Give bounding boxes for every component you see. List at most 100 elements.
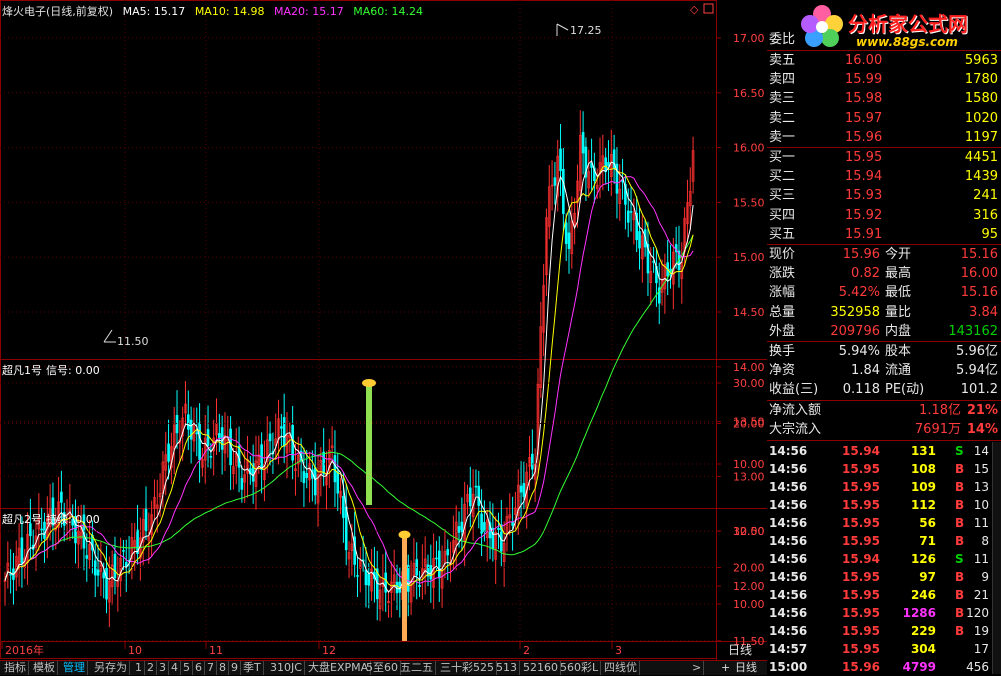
bid-row: 买一 15.95 4451 [767, 148, 1001, 167]
tab-5[interactable]: 2 [145, 661, 157, 675]
candle-body [342, 495, 345, 518]
candle-body [268, 433, 272, 442]
trade-time: 14:56 [769, 480, 808, 494]
tab-16[interactable]: 5至60 [364, 661, 401, 675]
quote-row: 总量 352958 量比 3.84 [767, 303, 1001, 322]
bid-row: 买二 15.94 1439 [767, 167, 1001, 186]
tab-18[interactable]: 三十彩525 [438, 661, 497, 675]
maximize-icon[interactable] [703, 3, 714, 14]
add-tab-button[interactable]: + [721, 661, 730, 675]
tab-8[interactable]: 5 [181, 661, 193, 675]
trade-price: 15.96 [842, 660, 880, 674]
trade-side: B [955, 606, 965, 620]
bid-volume: 4451 [964, 150, 998, 165]
ma10-line [4, 165, 694, 589]
tab-19[interactable]: 513 [494, 661, 520, 675]
finance-row: 收益(三) 0.118 PE(动) 101.2 [767, 380, 1001, 399]
trade-volume: 109 [910, 480, 936, 494]
order-ratio-label: 委比 [769, 32, 796, 47]
tab-4[interactable]: 1 [133, 661, 145, 675]
candle-body [460, 521, 464, 533]
tab-7[interactable]: 4 [169, 661, 181, 675]
tab-scroll-right-button[interactable]: > [690, 661, 705, 675]
candle-body [480, 513, 483, 534]
indicator2-name: 超凡2号 [2, 513, 42, 526]
candle-body [305, 472, 309, 479]
tab-20[interactable]: 52160 [521, 661, 561, 675]
tab-12[interactable]: 9 [229, 661, 241, 675]
candle-body [435, 557, 438, 560]
candle-body [629, 211, 633, 213]
tab-13[interactable]: 季T [241, 661, 264, 675]
trade-time: 15:00 [769, 660, 808, 674]
ask-label: 卖二 [769, 110, 796, 126]
tab-6[interactable]: 3 [157, 661, 169, 675]
candle-body [468, 487, 472, 507]
candle-body [122, 550, 125, 552]
quote-label: 最低 [885, 285, 912, 301]
trade-volume: 56 [919, 516, 936, 530]
finance-value: 5.94亿 [956, 363, 998, 379]
ask-volume: 1580 [964, 91, 998, 107]
bid-row: 买五 15.91 95 [767, 225, 1001, 244]
candle-body [282, 417, 286, 447]
tab-22[interactable]: 四线优 [602, 661, 640, 675]
trade-row: 14:56 15.95 108 B 15 [767, 460, 1001, 478]
tab-0[interactable]: 指标 [2, 661, 29, 675]
trade-time: 14:56 [769, 570, 808, 584]
candle-body [483, 522, 486, 532]
quote-value: 0.82 [851, 266, 880, 282]
candle-body [581, 132, 585, 154]
quote-row: 外盘 209796 内盘 143162 [767, 322, 1001, 341]
candle-body [474, 485, 478, 488]
candle-body [313, 467, 317, 496]
candle-body [638, 231, 641, 249]
trade-price: 15.95 [842, 534, 880, 548]
bid-row: 买三 15.93 241 [767, 186, 1001, 205]
ask-price: 16.00 [845, 53, 883, 68]
quote-label: 涨跌 [769, 266, 796, 282]
quote-label: 量比 [885, 304, 912, 320]
finance-row: 换手 5.94% 股本 5.96亿 [767, 342, 1001, 361]
chart-area[interactable]: 17.0016.5016.0015.5015.0014.5014.0013.50… [0, 0, 767, 660]
quote-label: 外盘 [769, 323, 796, 339]
trade-side: S [955, 552, 964, 566]
trade-price: 15.95 [842, 570, 880, 584]
ask-label: 卖五 [769, 53, 796, 68]
trade-price: 15.95 [842, 480, 880, 494]
trade-time: 14:57 [769, 642, 808, 656]
tab-15[interactable]: 大盘EXPMA [306, 661, 372, 675]
trade-price: 15.95 [842, 516, 880, 530]
candle-body [60, 491, 63, 503]
period-tab-button[interactable]: 日线 [735, 661, 757, 675]
trade-row: 14:56 15.94 131 S 14 [767, 442, 1001, 460]
candle-body [562, 169, 565, 214]
candle-body [187, 414, 190, 430]
quote-panel: 委比 卖五 16.00 5963 卖四 15.99 1780 卖三 15.98 1580 卖二 15… [767, 0, 1001, 674]
tab-11[interactable]: 8 [217, 661, 229, 675]
diamond-icon[interactable]: ◇ [690, 3, 699, 16]
finance-value: 5.96亿 [956, 344, 998, 359]
flow-row: 大宗流入 7691万 14% [767, 420, 1001, 439]
tab-9[interactable]: 6 [193, 661, 205, 675]
ask-volume: 1020 [964, 110, 998, 126]
tab-2[interactable]: 管理 [61, 661, 88, 675]
quote-value: 3.84 [969, 304, 998, 320]
tab-3[interactable]: 另存为 [92, 661, 130, 675]
candle-body [567, 232, 571, 249]
tab-14[interactable]: 310JC [268, 661, 305, 675]
tab-10[interactable]: 7 [205, 661, 217, 675]
candle-body [189, 419, 193, 440]
price-tick-label: 15.50 [733, 196, 765, 209]
finance-value: 0.118 [842, 382, 880, 398]
quote-row: 涨跌 0.82 最高 16.00 [767, 264, 1001, 283]
indicator-tick-label: 30.00 [733, 377, 765, 390]
candle-body [559, 148, 562, 172]
ask-price: 15.96 [845, 129, 883, 145]
tab-21[interactable]: 560彩L [558, 661, 602, 675]
tab-17[interactable]: 五二五 [398, 661, 436, 675]
finance-label: PE(动) [885, 382, 925, 398]
tab-1[interactable]: 模板 [31, 661, 58, 675]
flow-percent: 14% [966, 422, 998, 438]
trades-scrollbar[interactable] [992, 442, 1001, 674]
